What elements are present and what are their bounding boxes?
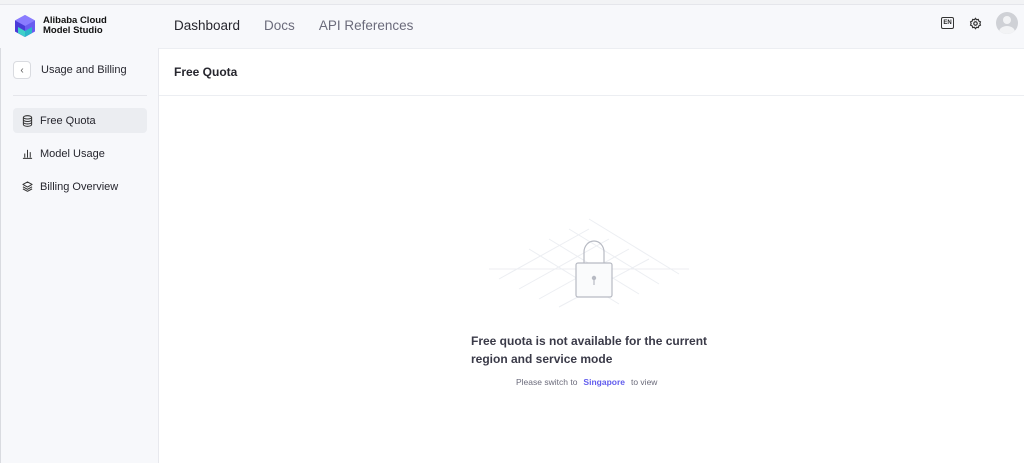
empty-state-lock-illustration: [489, 218, 689, 308]
brand-logo[interactable]: Alibaba Cloud Model Studio: [14, 14, 107, 38]
model-studio-logo-icon: [15, 15, 35, 37]
chevron-left-icon: ‹: [20, 64, 24, 76]
nav-dashboard[interactable]: Dashboard: [174, 18, 240, 33]
brand-line-2: Model Studio: [43, 25, 103, 36]
database-icon: [22, 114, 33, 127]
empty-hint-suffix: to view: [630, 377, 658, 387]
sidebar-divider: [13, 95, 147, 96]
switch-region-link[interactable]: Singapore: [583, 377, 625, 387]
sidebar: ‹ Usage and Billing Free Quota Model Usa…: [0, 48, 159, 463]
top-bar: Alibaba Cloud Model Studio Dashboard Doc…: [0, 5, 1024, 48]
sidebar-item-free-quota[interactable]: Free Quota: [13, 108, 147, 133]
sidebar-item-billing-overview[interactable]: Billing Overview: [13, 174, 147, 199]
page-title: Free Quota: [174, 65, 238, 79]
user-avatar[interactable]: [996, 12, 1018, 34]
empty-state-title: Free quota is not available for the curr…: [471, 334, 708, 366]
nav-docs[interactable]: Docs: [264, 18, 295, 33]
sidebar-menu: Free Quota Model Usage Billing Overview: [13, 108, 147, 207]
sidebar-item-model-usage[interactable]: Model Usage: [13, 141, 147, 166]
empty-state-hint: Please switch to Singapore to view: [516, 377, 657, 387]
main-panel: Free Quota Free quota is not available f…: [159, 48, 1024, 463]
sidebar-item-label: Free Quota: [40, 114, 96, 127]
sidebar-back-row: ‹ Usage and Billing: [13, 61, 127, 79]
nav-api-references[interactable]: API References: [319, 18, 414, 33]
layers-icon: [22, 181, 33, 192]
bar-chart-icon: [22, 149, 33, 159]
main-header: Free Quota: [159, 49, 1024, 96]
language-switch-icon[interactable]: EN: [941, 17, 954, 29]
gear-icon[interactable]: [969, 16, 982, 30]
main-nav: Dashboard Docs API References: [174, 18, 437, 33]
empty-hint-prefix: Please switch to: [516, 377, 578, 387]
sidebar-item-label: Model Usage: [40, 147, 105, 160]
sidebar-section-title: Usage and Billing: [41, 64, 127, 76]
brand-name: Alibaba Cloud Model Studio: [43, 16, 107, 36]
top-right-actions: EN: [941, 12, 1018, 34]
back-button[interactable]: ‹: [13, 61, 31, 79]
sidebar-item-label: Billing Overview: [40, 180, 119, 193]
